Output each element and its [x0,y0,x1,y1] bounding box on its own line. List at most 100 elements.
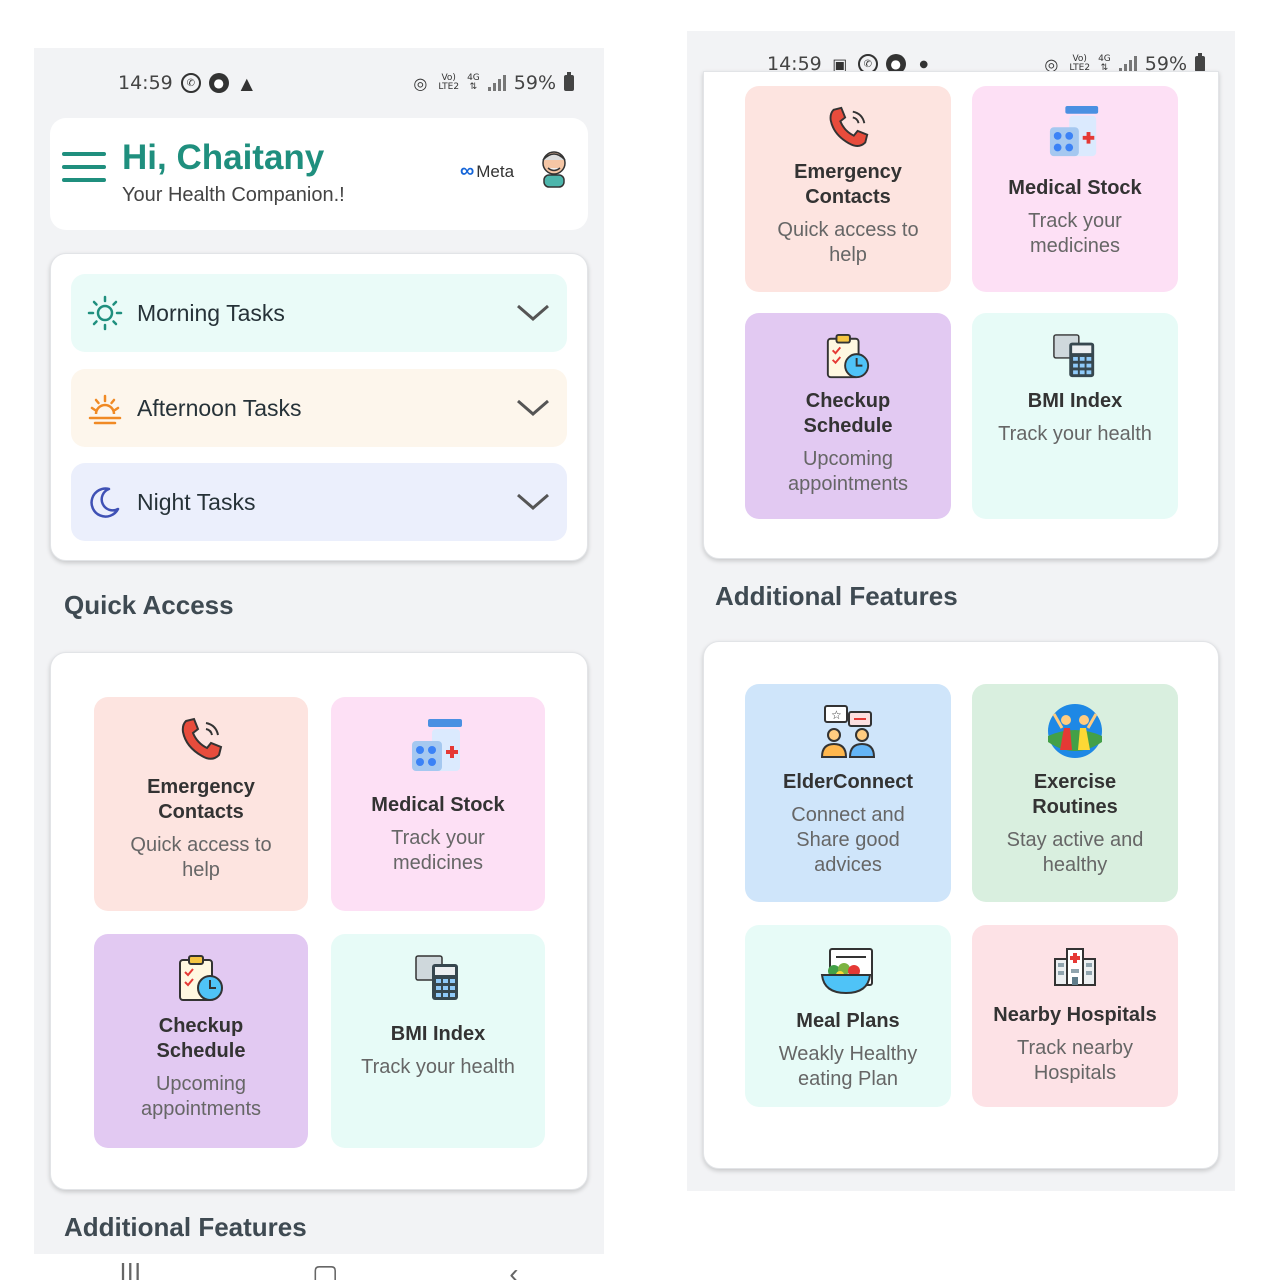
pill-bottle-icon [412,719,462,771]
emergency-contacts-tile[interactable]: Emergency Contacts Quick access to help [745,86,951,292]
checkup-schedule-tile[interactable]: Checkup Schedule Upcoming appointments [94,934,308,1148]
volte-indicator: Vo) LTE2 [438,73,460,92]
clipboard-clock-icon [826,333,870,379]
medical-stock-tile[interactable]: Medical Stock Track your medicines [972,86,1178,292]
tile-title: BMI Index [390,1023,486,1045]
tile-title: Medical Stock [371,794,505,816]
back-icon[interactable]: ‹ [509,1258,518,1280]
tile-description: Track your health [361,1056,515,1078]
bmi-index-tile[interactable]: BMI Index Track your health [972,313,1178,519]
tile-description: Hospitals [1033,1062,1117,1084]
tile-title: BMI Index [1027,390,1123,412]
phone-screen-right: 14:59 ▣ ✆ ● ● ◎ Vo) LTE2 4G ⇅ 59% Emergenc… [687,31,1235,1191]
hotspot-icon: ◎ [413,73,428,93]
night-tasks-accordion[interactable]: Night Tasks [71,463,567,541]
tile-title: Exercise [1033,771,1117,793]
tile-description: Quick access to [130,834,272,856]
tile-title: Emergency [147,776,255,798]
tile-description: advices [814,854,882,876]
chat-bubble-icon: ● [208,73,229,93]
navigation-bar: ||| ▢ ‹ [687,1181,1235,1191]
additional-features-card: ☆ ElderConnect Connect and Share good advi… [703,641,1219,1169]
tile-title: Nearby Hospitals [993,1004,1157,1026]
recent-apps-icon[interactable]: ||| [119,1258,141,1280]
quick-access-title: Quick Access [64,590,234,620]
afternoon-tasks-accordion[interactable]: Afternoon Tasks [71,369,567,447]
clipboard-clock-icon [179,955,223,1001]
afternoon-tasks-label: Afternoon Tasks [137,394,302,421]
home-icon[interactable]: ▢ [312,1258,338,1280]
nearby-hospitals-tile[interactable]: Nearby Hospitals Track nearby Hospitals [972,925,1178,1107]
tile-description: eating Plan [797,1068,899,1090]
quick-access-card: Emergency Contacts Quick access to help Me… [703,71,1219,559]
tile-description: help [182,859,220,881]
tile-description: healthy [1042,854,1108,876]
meta-logo-icon: ∞ [460,160,475,182]
emergency-contacts-tile[interactable]: Emergency Contacts Quick access to help [94,697,308,911]
tile-description: medicines [392,852,484,874]
additional-features-title: Additional Features [64,1212,307,1242]
phone-icon [829,106,869,147]
exercise-routines-tile[interactable]: Exercise Routines Stay active and healthy [972,684,1178,902]
chevron-down-icon[interactable] [515,487,551,515]
greeting-title: Hi, Chaitany [122,138,325,177]
header-card: Hi, Chaitany Your Health Companion.! ∞ M… [50,118,588,230]
tile-description: Upcoming [155,1073,247,1095]
meta-ai-button[interactable]: ∞ Meta [460,160,514,183]
tile-description: Upcoming [802,448,894,470]
people-chat-icon: ☆ [820,705,876,758]
battery-icon [1195,53,1205,72]
tile-description: help [829,244,867,266]
meal-plans-tile[interactable]: Meal Plans Weakly Healthy eating Plan [745,925,951,1107]
greeting-subtitle: Your Health Companion.! [122,184,345,206]
tile-description: appointments [787,473,909,495]
salad-bowl-icon [820,948,873,995]
additional-features-title: Additional Features [715,581,958,611]
menu-icon[interactable] [62,152,106,182]
exercise-icon [1048,704,1102,758]
checkup-schedule-tile[interactable]: Checkup Schedule Upcoming appointments [745,313,951,519]
tile-title: Contacts [158,801,244,823]
meta-label: Meta [476,161,515,181]
tile-title: Checkup [158,1015,244,1037]
chevron-down-icon[interactable] [515,393,551,421]
bmi-scale-icon [1053,334,1095,378]
morning-tasks-label: Morning Tasks [137,299,285,326]
medical-stock-tile[interactable]: Medical Stock Track your medicines [331,697,545,911]
tile-description: Track your health [998,423,1152,445]
phone-icon [181,717,223,760]
elderconnect-tile[interactable]: ☆ ElderConnect Connect and Share good advi… [745,684,951,902]
tile-description: Track your [391,827,485,849]
chevron-down-icon[interactable] [515,298,551,326]
network-type-indicator: 4G ⇅ [467,73,480,92]
battery-percent: 59% [513,72,556,94]
signal-icon [487,75,506,91]
tile-description: medicines [1029,235,1121,257]
tile-description: Track nearby [1017,1037,1133,1059]
status-time: 14:59 [118,72,173,94]
sun-icon [87,295,123,331]
tile-title: Schedule [803,415,893,437]
tile-description: appointments [140,1098,262,1120]
moon-icon [90,487,120,518]
tile-title: Checkup [805,390,891,412]
hospital-icon [1054,948,1096,986]
navigation-bar: ||| ▢ ‹ [34,1254,604,1280]
tile-title: Meal Plans [796,1010,900,1032]
signal-icon [1118,56,1137,72]
tile-description: Track your [1028,210,1122,232]
status-bar: 14:59 ✆ ● ▲ ◎ Vo) LTE2 4G ⇅ 59% [34,48,604,118]
morning-tasks-accordion[interactable]: Morning Tasks [71,274,567,352]
elderly-avatar-icon[interactable] [536,148,572,188]
quick-access-card: Emergency Contacts Quick access to help Me… [50,652,588,1190]
tile-description: Stay active and [1006,829,1144,851]
night-tasks-label: Night Tasks [137,488,256,515]
tile-title: ElderConnect [782,771,914,793]
bmi-index-tile[interactable]: BMI Index Track your health [331,934,545,1148]
sunset-icon [88,394,122,425]
tile-title: Routines [1032,796,1118,818]
tile-title: Schedule [156,1040,246,1062]
whatsapp-icon: ✆ [180,73,201,93]
tile-title: Contacts [805,186,891,208]
svg-text:☆: ☆ [831,708,842,722]
